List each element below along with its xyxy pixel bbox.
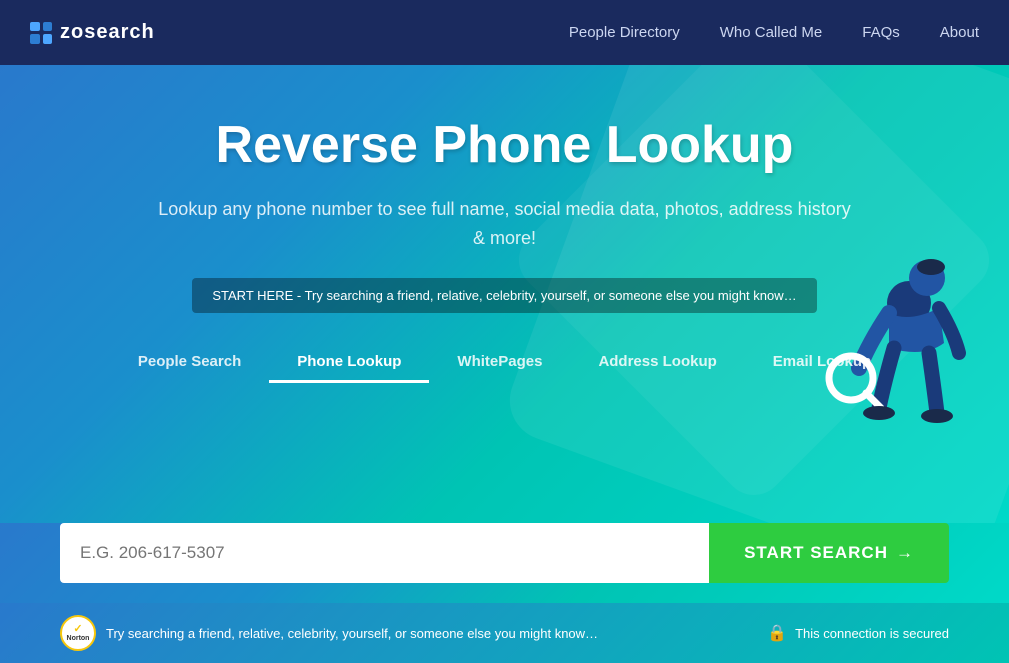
tab-whitepages[interactable]: WhitePages (429, 343, 570, 383)
hero-content: Reverse Phone Lookup Lookup any phone nu… (155, 115, 855, 343)
lock-icon: 🔒 (767, 623, 787, 643)
tab-people-search[interactable]: People Search (110, 343, 269, 383)
start-banner-text: START HERE - Try searching a friend, rel… (212, 288, 796, 303)
secure-badge: 🔒 This connection is secured (767, 623, 949, 643)
hero-subtitle: Lookup any phone number to see full name… (155, 195, 855, 253)
norton-badge: ✓ Norton Try searching a friend, relativ… (60, 615, 598, 651)
nav-link-about[interactable]: About (940, 24, 979, 41)
secure-text: This connection is secured (795, 626, 949, 641)
search-button-label: START SEARCH (744, 543, 888, 563)
tabs-bar: People Search Phone Lookup WhitePages Ad… (60, 343, 949, 383)
norton-text: Try searching a friend, relative, celebr… (106, 626, 598, 641)
start-banner: START HERE - Try searching a friend, rel… (192, 278, 816, 313)
logo-grid-icon (30, 22, 52, 44)
tab-phone-lookup[interactable]: Phone Lookup (269, 343, 429, 383)
phone-search-input[interactable] (60, 523, 709, 583)
nav-link-faqs[interactable]: FAQs (862, 24, 900, 41)
search-section: START SEARCH → (0, 523, 1009, 603)
start-search-button[interactable]: START SEARCH → (709, 523, 949, 583)
logo[interactable]: zosearch (30, 21, 155, 44)
nav-link-who-called-me[interactable]: Who Called Me (720, 24, 823, 41)
logo-text: zosearch (60, 21, 155, 44)
search-button-arrow: → (896, 543, 914, 563)
tab-email-lookup[interactable]: Email Lookup (745, 343, 899, 383)
nav-links: People Directory Who Called Me FAQs Abou… (569, 24, 979, 41)
navbar: zosearch People Directory Who Called Me … (0, 0, 1009, 65)
nav-link-people-directory[interactable]: People Directory (569, 24, 680, 41)
norton-checkmark: ✓ (73, 624, 82, 635)
hero-title: Reverse Phone Lookup (155, 115, 855, 175)
norton-icon: ✓ Norton (60, 615, 96, 651)
tab-address-lookup[interactable]: Address Lookup (570, 343, 744, 383)
search-row: START SEARCH → (60, 523, 949, 583)
norton-label: Norton (67, 635, 90, 642)
hero-section: Reverse Phone Lookup Lookup any phone nu… (0, 65, 1009, 523)
footer-bar: ✓ Norton Try searching a friend, relativ… (0, 603, 1009, 663)
